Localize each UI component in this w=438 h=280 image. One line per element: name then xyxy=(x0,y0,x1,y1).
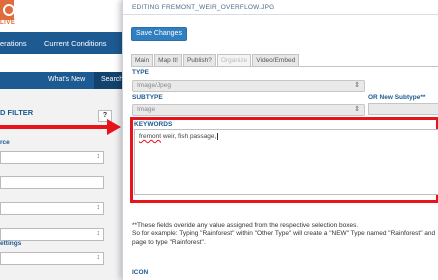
nav-item-whats-new[interactable]: What's New xyxy=(48,76,85,83)
note-line-3: page to type "Rainforest". xyxy=(132,238,206,246)
tabs-divider xyxy=(131,66,438,67)
tab-main[interactable]: Main xyxy=(131,54,154,66)
subtype-label: SUBTYPE xyxy=(132,94,163,101)
subtype-select-value: Image xyxy=(137,106,156,113)
filter-text-input[interactable] xyxy=(0,176,104,189)
source-label: rce xyxy=(0,139,10,146)
type-select-value: Image/Jpeg xyxy=(137,82,171,89)
note-line-1: **These fields overide any value assigne… xyxy=(132,222,359,229)
keywords-text: weir, fish passage, xyxy=(161,133,217,141)
keywords-textarea[interactable]: fremont weir, fish passage, xyxy=(134,129,438,195)
edit-modal: EDITING FREMONT_WEIR_OVERFLOW.JPG Save C… xyxy=(122,0,438,280)
filter-panel: D FILTER ? rce ettings xyxy=(0,89,122,280)
settings-select[interactable] xyxy=(0,252,104,265)
tab-organize[interactable]: Organize xyxy=(216,54,252,66)
note-line-2: So for example: Typing "Rainforest" with… xyxy=(132,230,436,238)
source-select[interactable] xyxy=(0,151,104,164)
modal-title: EDITING FREMONT_WEIR_OVERFLOW.JPG xyxy=(132,4,275,11)
tab-map-it[interactable]: Map It! xyxy=(154,54,182,66)
keywords-label: KEYWORDS xyxy=(134,121,173,128)
modal-divider xyxy=(123,14,438,15)
keywords-misspelled-word: fremont xyxy=(139,133,162,141)
save-changes-button[interactable]: Save Changes xyxy=(131,27,187,41)
logo-icon[interactable] xyxy=(0,0,15,20)
tab-publish[interactable]: Publish? xyxy=(182,54,216,66)
subtype-select[interactable]: Image ⇕ xyxy=(132,104,365,116)
nav-item-operations[interactable]: erations xyxy=(0,39,27,48)
tab-video-embed[interactable]: Video/Embed xyxy=(252,54,300,66)
filter-title: D FILTER xyxy=(0,108,34,117)
modal-tabs: Main Map It! Publish? Organize Video/Emb… xyxy=(131,54,300,66)
select-arrows-icon: ⇕ xyxy=(354,82,360,89)
text-caret xyxy=(217,133,219,140)
type-select[interactable]: Image/Jpeg ⇕ xyxy=(132,80,365,92)
nav-item-current-conditions[interactable]: Current Conditions xyxy=(44,39,107,48)
or-new-subtype-label: OR New Subtype** xyxy=(368,94,426,101)
annotation-arrow-icon xyxy=(107,119,121,135)
logo-text: LIVE xyxy=(0,20,16,26)
new-subtype-input[interactable] xyxy=(368,103,438,115)
icon-section-label: ICON xyxy=(132,269,149,276)
select-arrows-icon: ⇕ xyxy=(354,106,360,113)
type-label: TYPE xyxy=(132,69,149,76)
annotation-arrow-shaft xyxy=(0,125,110,129)
override-note: **These fields overide any value assigne… xyxy=(132,222,438,247)
filter-select-1[interactable] xyxy=(0,202,104,215)
settings-label: ettings xyxy=(0,240,22,247)
